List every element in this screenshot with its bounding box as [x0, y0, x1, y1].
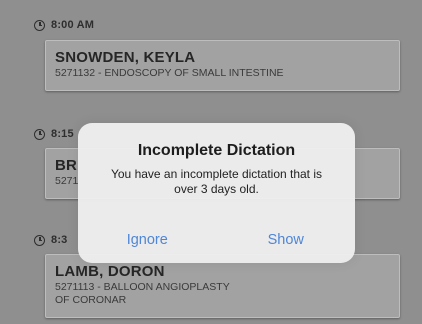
clock-icon	[34, 19, 45, 31]
incomplete-dictation-dialog: Incomplete Dictation You have an incompl…	[78, 123, 355, 263]
procedure-text: OF CORONAR	[55, 294, 127, 306]
appointment-time: 8:15	[51, 128, 74, 140]
time-row: 8:00 AM	[34, 16, 94, 34]
patient-name: SNOWDEN, KEYLA	[55, 49, 196, 66]
appointment-card[interactable]: LAMB, DORON 5271113 - BALLOON ANGIOPLAST…	[45, 254, 400, 318]
clock-icon	[34, 128, 45, 140]
dialog-message: You have an incomplete dictation that is…	[110, 167, 323, 196]
appointment-time: 8:3	[51, 234, 68, 246]
time-row: 8:15	[34, 125, 74, 143]
ignore-button[interactable]: Ignore	[78, 217, 217, 263]
dialog-title: Incomplete Dictation	[137, 142, 296, 159]
patient-name: LAMB, DORON	[55, 263, 165, 280]
schedule-screen: 8:00 AM SNOWDEN, KEYLA 5271132 - ENDOSCO…	[0, 0, 422, 324]
dialog-buttons: Ignore Show	[78, 217, 355, 263]
appointment-card[interactable]: SNOWDEN, KEYLA 5271132 - ENDOSCOPY OF SM…	[45, 40, 400, 91]
procedure-text: 5271132 - ENDOSCOPY OF SMALL INTESTINE	[55, 67, 284, 79]
show-button[interactable]: Show	[217, 217, 356, 263]
time-row: 8:3	[34, 231, 68, 249]
appointment-time: 8:00 AM	[51, 19, 95, 31]
procedure-text: 5271113 - BALLOON ANGIOPLASTY	[55, 281, 230, 293]
clock-icon	[34, 234, 45, 246]
